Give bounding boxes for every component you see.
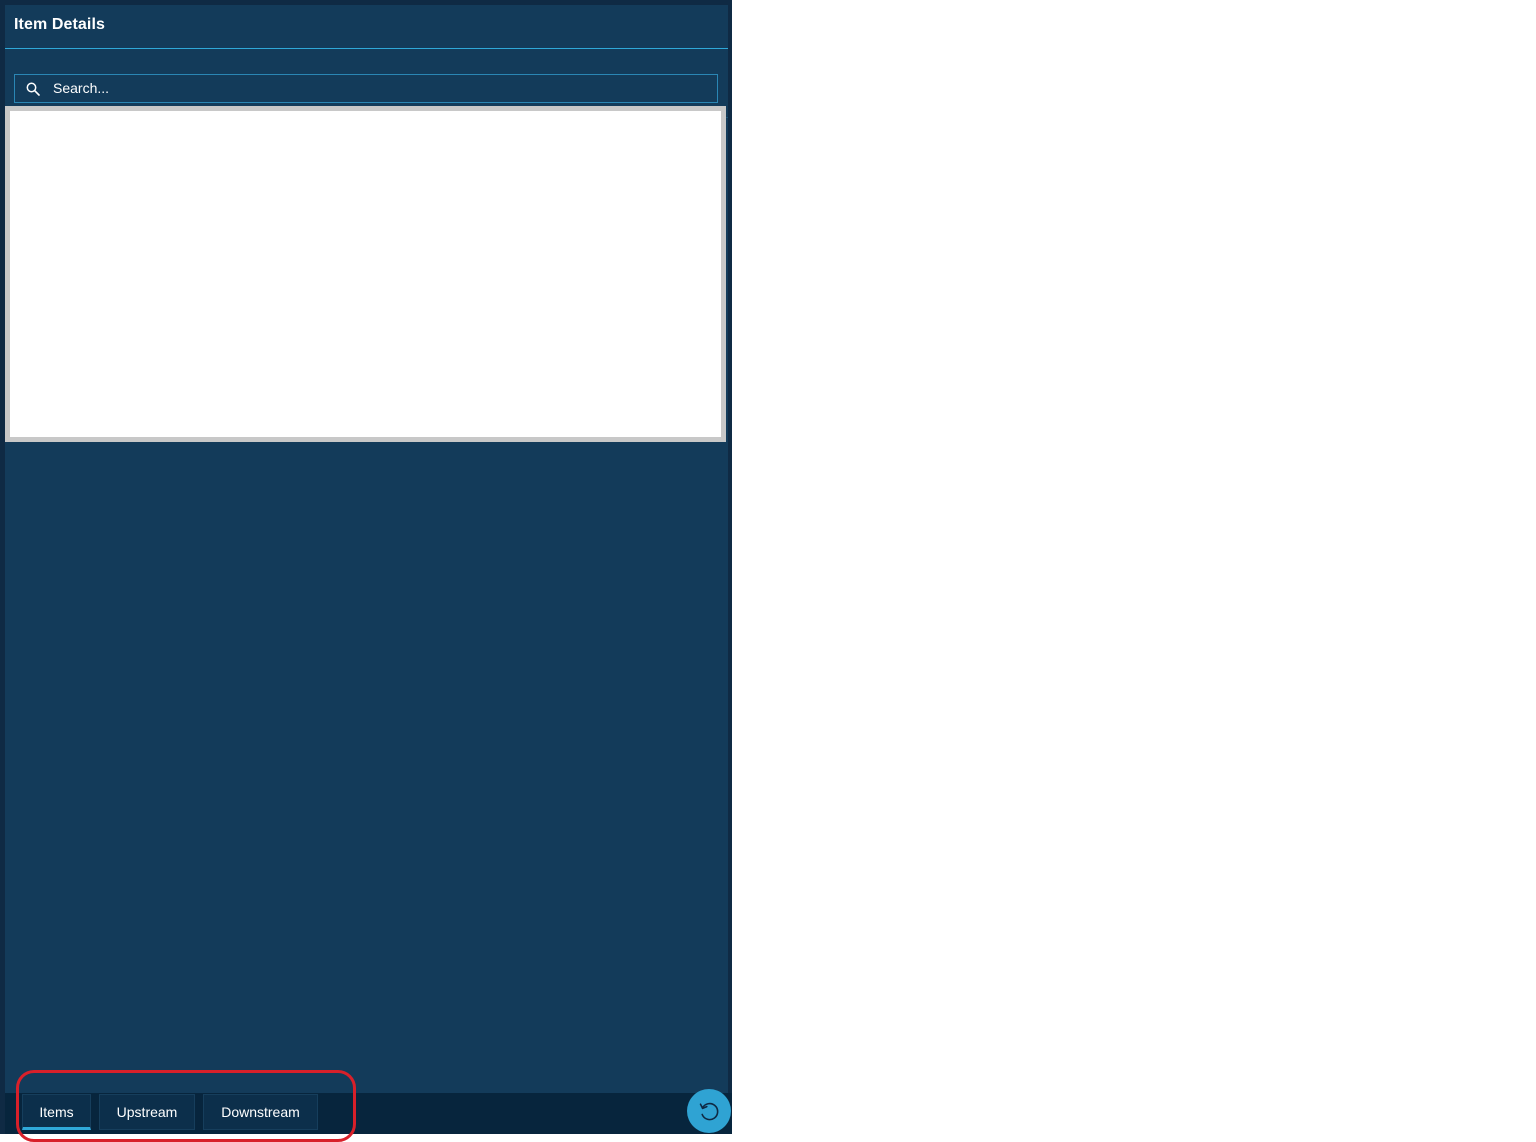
search-input[interactable] <box>53 78 703 98</box>
search-box[interactable] <box>14 74 718 103</box>
refresh-icon <box>699 1102 719 1121</box>
tab-items[interactable]: Items <box>22 1094 91 1130</box>
refresh-button[interactable] <box>687 1089 731 1133</box>
panel-body: Item Details <box>5 5 728 1093</box>
panel-header: Item Details <box>5 5 728 49</box>
tab-upstream[interactable]: Upstream <box>99 1094 195 1130</box>
results-list[interactable] <box>5 106 726 442</box>
tab-bar: Items Upstream Downstream <box>5 1093 732 1134</box>
search-icon <box>26 82 40 96</box>
panel-title: Item Details <box>14 16 106 33</box>
item-details-panel: Item Details Items Upstream Downstream <box>0 0 732 1134</box>
tab-downstream[interactable]: Downstream <box>203 1094 318 1130</box>
